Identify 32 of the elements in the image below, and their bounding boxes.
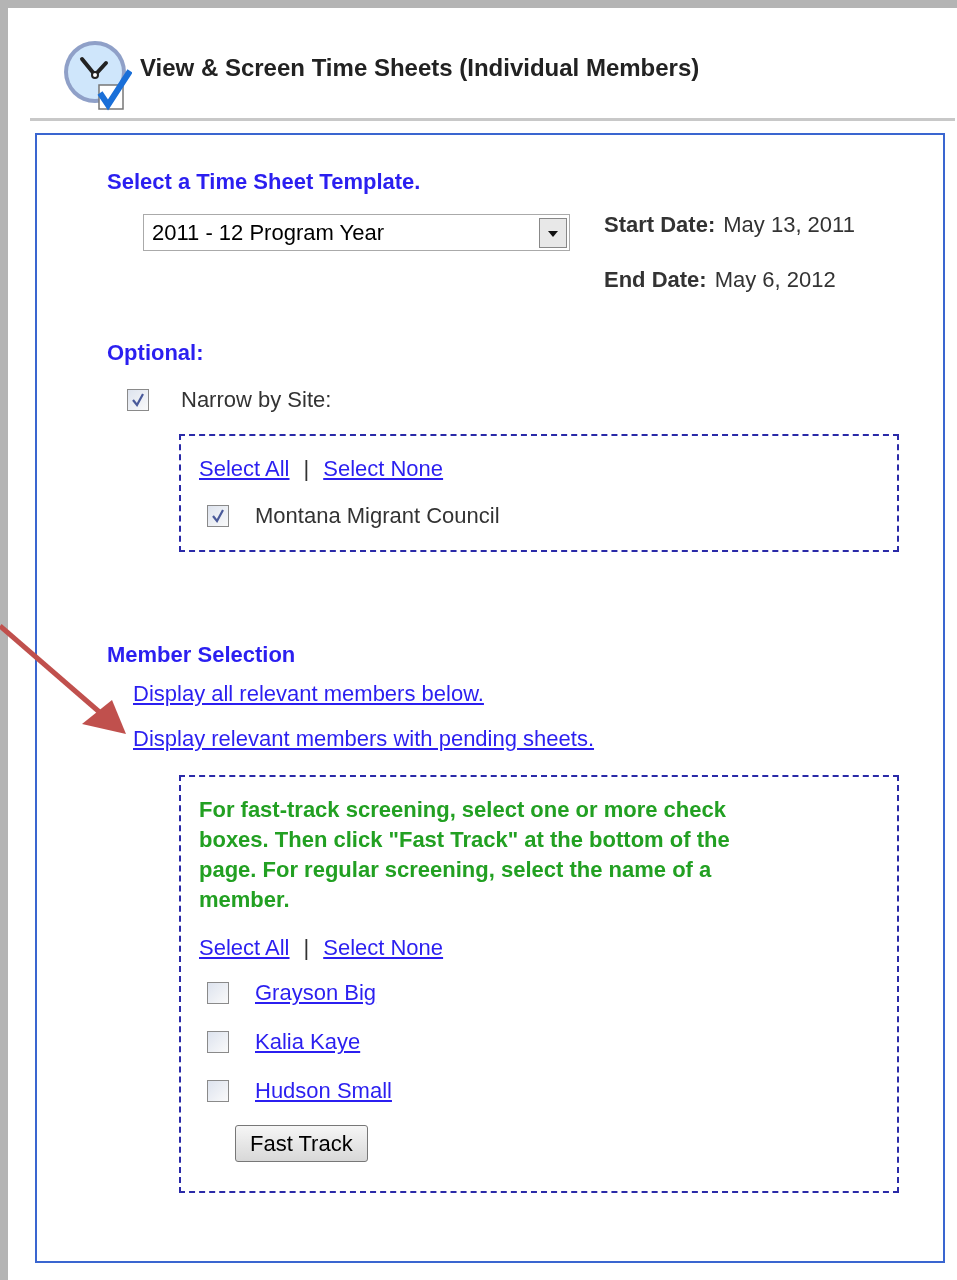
display-members-link[interactable]: Display all relevant members below.	[133, 677, 484, 710]
section-heading: Optional:	[107, 339, 205, 367]
link-separator: |	[303, 934, 310, 962]
checkbox[interactable]	[207, 504, 229, 527]
select-none-link[interactable]: Select None	[323, 931, 444, 964]
clock-check-icon	[62, 39, 132, 111]
field-value: May 13, 2011	[723, 211, 855, 239]
checkbox[interactable]	[127, 388, 149, 411]
site-name: Montana Migrant Council	[255, 502, 500, 530]
section-heading: Select a Time Sheet Template.	[107, 168, 422, 196]
select-all-link[interactable]: Select All	[199, 452, 290, 485]
page-title: View & Screen Time Sheets (Individual Members)	[140, 53, 700, 83]
field-label: End Date:	[604, 266, 707, 294]
check-icon	[130, 391, 146, 408]
member-name-link[interactable]: Grayson Big	[255, 976, 377, 1009]
select-none-link[interactable]: Select None	[323, 452, 444, 485]
link-separator: |	[303, 455, 310, 483]
check-icon	[210, 507, 226, 524]
section-heading: Member Selection	[107, 641, 297, 669]
display-members-link[interactable]: Display relevant members with pending sheets.	[133, 722, 594, 755]
template-select[interactable]: 2011 - 12 Program Year	[143, 214, 570, 251]
member-name-link[interactable]: Hudson Small	[255, 1074, 392, 1107]
field-value: May 6, 2012	[714, 266, 836, 294]
field-label: Start Date:	[604, 211, 716, 239]
fast-track-button[interactable]: Fast Track	[235, 1125, 368, 1162]
checkbox[interactable]	[207, 1030, 229, 1053]
member-name-link[interactable]: Kalia Kaye	[255, 1025, 361, 1058]
checkbox[interactable]	[207, 1079, 229, 1102]
instructions-text: For fast-track screening, select one or more check boxes. Then click "Fast Track" at the bottom of the page. For regular screening, select the name of a member.	[199, 796, 731, 914]
checkbox[interactable]	[207, 981, 229, 1004]
select-all-link[interactable]: Select All	[199, 931, 290, 964]
checkbox-label: Narrow by Site:	[181, 386, 332, 414]
